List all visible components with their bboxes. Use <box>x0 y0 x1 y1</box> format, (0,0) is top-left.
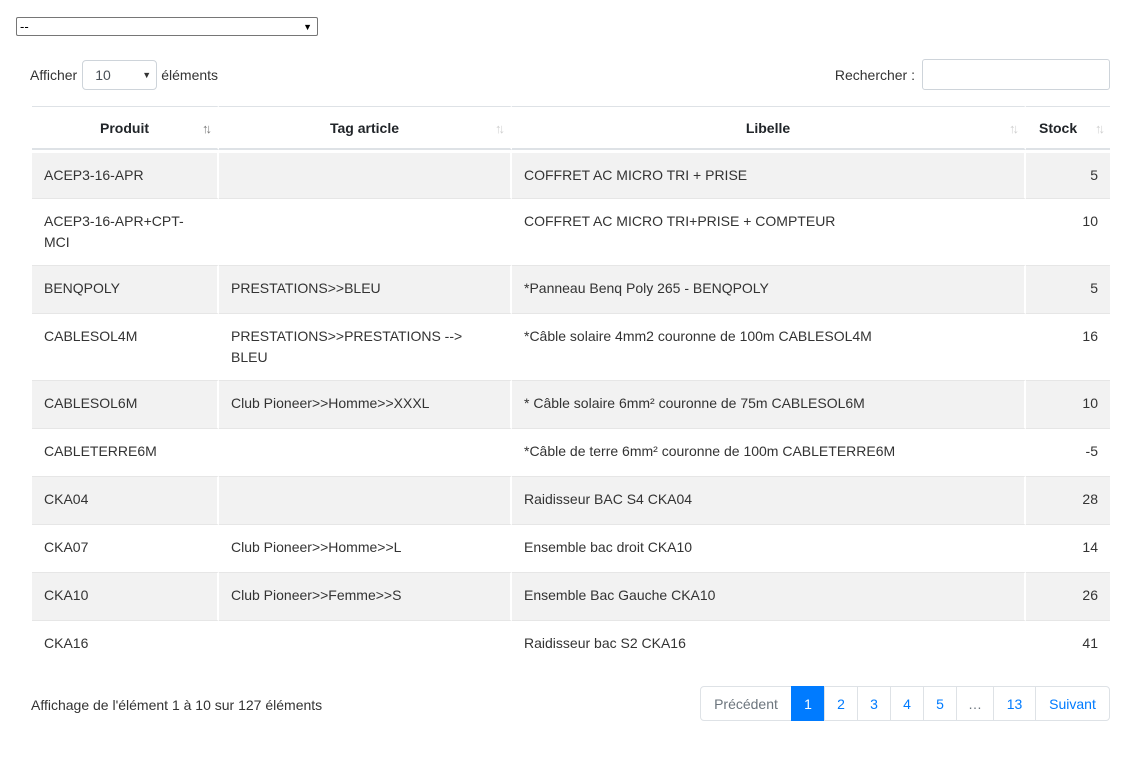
table-row[interactable]: BENQPOLY PRESTATIONS>>BLEU *Panneau Benq… <box>32 265 1110 313</box>
cell-stock: -5 <box>1026 428 1110 476</box>
cell-stock: 16 <box>1026 313 1110 380</box>
pagination-page-4[interactable]: 4 <box>890 686 924 721</box>
sort-both-icon: ↑↓ <box>1095 121 1105 136</box>
cell-produit: CABLETERRE6M <box>32 428 219 476</box>
pagination-previous[interactable]: Précédent <box>700 686 792 721</box>
cell-tag-article: PRESTATIONS>>PRESTATIONS --> BLEU <box>219 313 512 380</box>
cell-stock: 5 <box>1026 265 1110 313</box>
cell-tag-article: Club Pioneer>>Femme>>S <box>219 572 512 620</box>
column-header-stock[interactable]: Stock ↑↓ <box>1026 106 1110 150</box>
column-header-label: Tag article <box>330 119 399 136</box>
cell-produit: ACEP3-16-APR+CPT-MCI <box>32 198 219 265</box>
cell-libelle: *Câble solaire 4mm2 couronne de 100m CAB… <box>512 313 1026 380</box>
table-row[interactable]: ACEP3-16-APR+CPT-MCI COFFRET AC MICRO TR… <box>32 198 1110 265</box>
cell-tag-article <box>219 476 512 524</box>
sort-both-icon: ↑↓ <box>495 121 505 136</box>
chevron-down-icon: ▼ <box>303 22 312 32</box>
cell-tag-article <box>219 150 512 198</box>
cell-libelle: COFFRET AC MICRO TRI + PRISE <box>512 150 1026 198</box>
pagination-ellipsis: … <box>956 686 994 721</box>
cell-stock: 26 <box>1026 572 1110 620</box>
cell-stock: 10 <box>1026 380 1110 428</box>
cell-tag-article: PRESTATIONS>>BLEU <box>219 265 512 313</box>
filter-select-value: -- <box>20 19 29 34</box>
pagination-page-2[interactable]: 2 <box>824 686 858 721</box>
cell-stock: 5 <box>1026 150 1110 198</box>
cell-tag-article <box>219 428 512 476</box>
table-row[interactable]: CABLESOL4M PRESTATIONS>>PRESTATIONS --> … <box>32 313 1110 380</box>
cell-produit: ACEP3-16-APR <box>32 150 219 198</box>
filter-select[interactable]: -- ▼ <box>16 17 318 36</box>
page-length-label-after: éléments <box>161 67 219 83</box>
products-table: Produit ↑↓ Tag article ↑↓ Libelle ↑↓ Sto… <box>32 106 1110 668</box>
table-row[interactable]: ACEP3-16-APR COFFRET AC MICRO TRI + PRIS… <box>32 150 1110 198</box>
pagination-page-5[interactable]: 5 <box>923 686 957 721</box>
search-control: Rechercher : <box>835 59 1110 90</box>
cell-libelle: COFFRET AC MICRO TRI+PRISE + COMPTEUR <box>512 198 1026 265</box>
page-length-value: 10 <box>95 67 111 83</box>
pagination: Précédent 1 2 3 4 5 … 13 Suivant <box>700 686 1110 721</box>
cell-libelle: *Panneau Benq Poly 265 - BENQPOLY <box>512 265 1026 313</box>
sort-both-icon: ↑↓ <box>1009 121 1019 136</box>
table-row[interactable]: CKA16 Raidisseur bac S2 CKA16 41 <box>32 620 1110 668</box>
page-length-label-before: Afficher <box>30 67 78 83</box>
cell-produit: CKA04 <box>32 476 219 524</box>
cell-produit: BENQPOLY <box>32 265 219 313</box>
table-row[interactable]: CABLESOL6M Club Pioneer>>Homme>>XXXL * C… <box>32 380 1110 428</box>
pagination-next[interactable]: Suivant <box>1035 686 1110 721</box>
cell-tag-article: Club Pioneer>>Homme>>L <box>219 524 512 572</box>
cell-tag-article <box>219 198 512 265</box>
cell-libelle: Raidisseur BAC S4 CKA04 <box>512 476 1026 524</box>
cell-produit: CABLESOL6M <box>32 380 219 428</box>
pagination-page-13[interactable]: 13 <box>993 686 1036 721</box>
chevron-down-icon: ▼ <box>142 70 152 80</box>
table-header-row: Produit ↑↓ Tag article ↑↓ Libelle ↑↓ Sto… <box>32 106 1110 150</box>
column-header-label: Stock <box>1039 119 1078 136</box>
column-header-label: Libelle <box>745 119 791 136</box>
page: -- ▼ Afficher 10 ▼ éléments Rechercher :… <box>0 0 1139 781</box>
search-label: Rechercher : <box>834 66 915 83</box>
column-header-produit[interactable]: Produit ↑↓ <box>32 106 219 150</box>
table-row[interactable]: CKA04 Raidisseur BAC S4 CKA04 28 <box>32 476 1110 524</box>
page-length-select[interactable]: 10 ▼ <box>82 60 158 90</box>
table-row[interactable]: CKA07 Club Pioneer>>Homme>>L Ensemble ba… <box>32 524 1110 572</box>
cell-tag-article <box>219 620 512 668</box>
cell-stock: 14 <box>1026 524 1110 572</box>
pagination-page-1[interactable]: 1 <box>791 686 825 721</box>
cell-produit: CKA07 <box>32 524 219 572</box>
cell-produit: CKA16 <box>32 620 219 668</box>
cell-libelle: *Câble de terre 6mm² couronne de 100m CA… <box>512 428 1026 476</box>
cell-stock: 41 <box>1026 620 1110 668</box>
cell-produit: CABLESOL4M <box>32 313 219 380</box>
sort-ascending-icon: ↑↓ <box>202 121 212 136</box>
cell-stock: 10 <box>1026 198 1110 265</box>
table-row[interactable]: CKA10 Club Pioneer>>Femme>>S Ensemble Ba… <box>32 572 1110 620</box>
pagination-page-3[interactable]: 3 <box>857 686 891 721</box>
cell-tag-article: Club Pioneer>>Homme>>XXXL <box>219 380 512 428</box>
column-header-label: Produit <box>100 119 149 136</box>
cell-libelle: * Câble solaire 6mm² couronne de 75m CAB… <box>512 380 1026 428</box>
cell-libelle: Ensemble Bac Gauche CKA10 <box>512 572 1026 620</box>
search-input[interactable] <box>922 59 1110 90</box>
cell-libelle: Raidisseur bac S2 CKA16 <box>512 620 1026 668</box>
column-header-libelle[interactable]: Libelle ↑↓ <box>512 106 1026 150</box>
page-length-control: Afficher 10 ▼ éléments <box>30 60 218 90</box>
cell-stock: 28 <box>1026 476 1110 524</box>
cell-produit: CKA10 <box>32 572 219 620</box>
cell-libelle: Ensemble bac droit CKA10 <box>512 524 1026 572</box>
table-row[interactable]: CABLETERRE6M *Câble de terre 6mm² couron… <box>32 428 1110 476</box>
column-header-tag-article[interactable]: Tag article ↑↓ <box>219 106 512 150</box>
table-info: Affichage de l'élément 1 à 10 sur 127 él… <box>31 697 323 713</box>
